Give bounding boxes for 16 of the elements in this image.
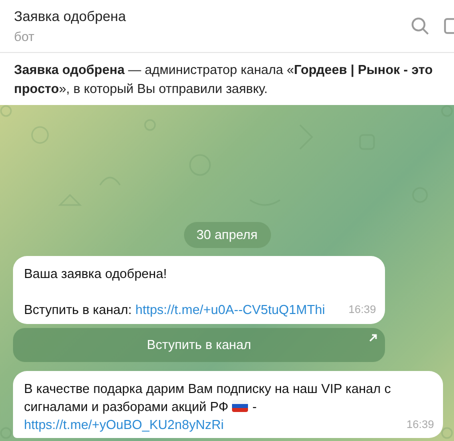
chat-subtitle: бот bbox=[14, 28, 36, 46]
vip-link[interactable]: https://t.me/+yOuBO_KU2n8yNzRi bbox=[24, 416, 224, 432]
search-icon[interactable] bbox=[410, 16, 430, 36]
join-channel-button[interactable]: Вступить в канал bbox=[13, 328, 385, 362]
date-badge: 30 апреля bbox=[184, 222, 270, 248]
message-text: Ваша заявка одобрена! bbox=[24, 264, 168, 282]
message-text: Вступить в канал: https://t.me/+u0A--CV5tuQ1MThi bbox=[24, 300, 326, 318]
flag-icon bbox=[232, 400, 248, 412]
message-text: В качестве подарка дарим Вам подписку на наш VIP канал с сигналами и разборами акций РФ - https://t.me/+yOuBO_KU2n8yNzRi bbox=[24, 380, 392, 434]
panel-icon[interactable] bbox=[444, 16, 454, 36]
pinned-description: Заявка одобрена — администратор канала «Гордеев | Рынок - это просто», в который Вы отправили заявку. bbox=[14, 61, 434, 98]
channel-link[interactable]: https://t.me/+u0A--CV5tuQ1MThi bbox=[135, 302, 326, 316]
message-time: 16:39 bbox=[348, 303, 376, 318]
external-arrow-icon bbox=[369, 334, 377, 342]
message-time: 16:39 bbox=[406, 418, 434, 433]
chat-title: Заявка одобрена bbox=[14, 6, 126, 24]
